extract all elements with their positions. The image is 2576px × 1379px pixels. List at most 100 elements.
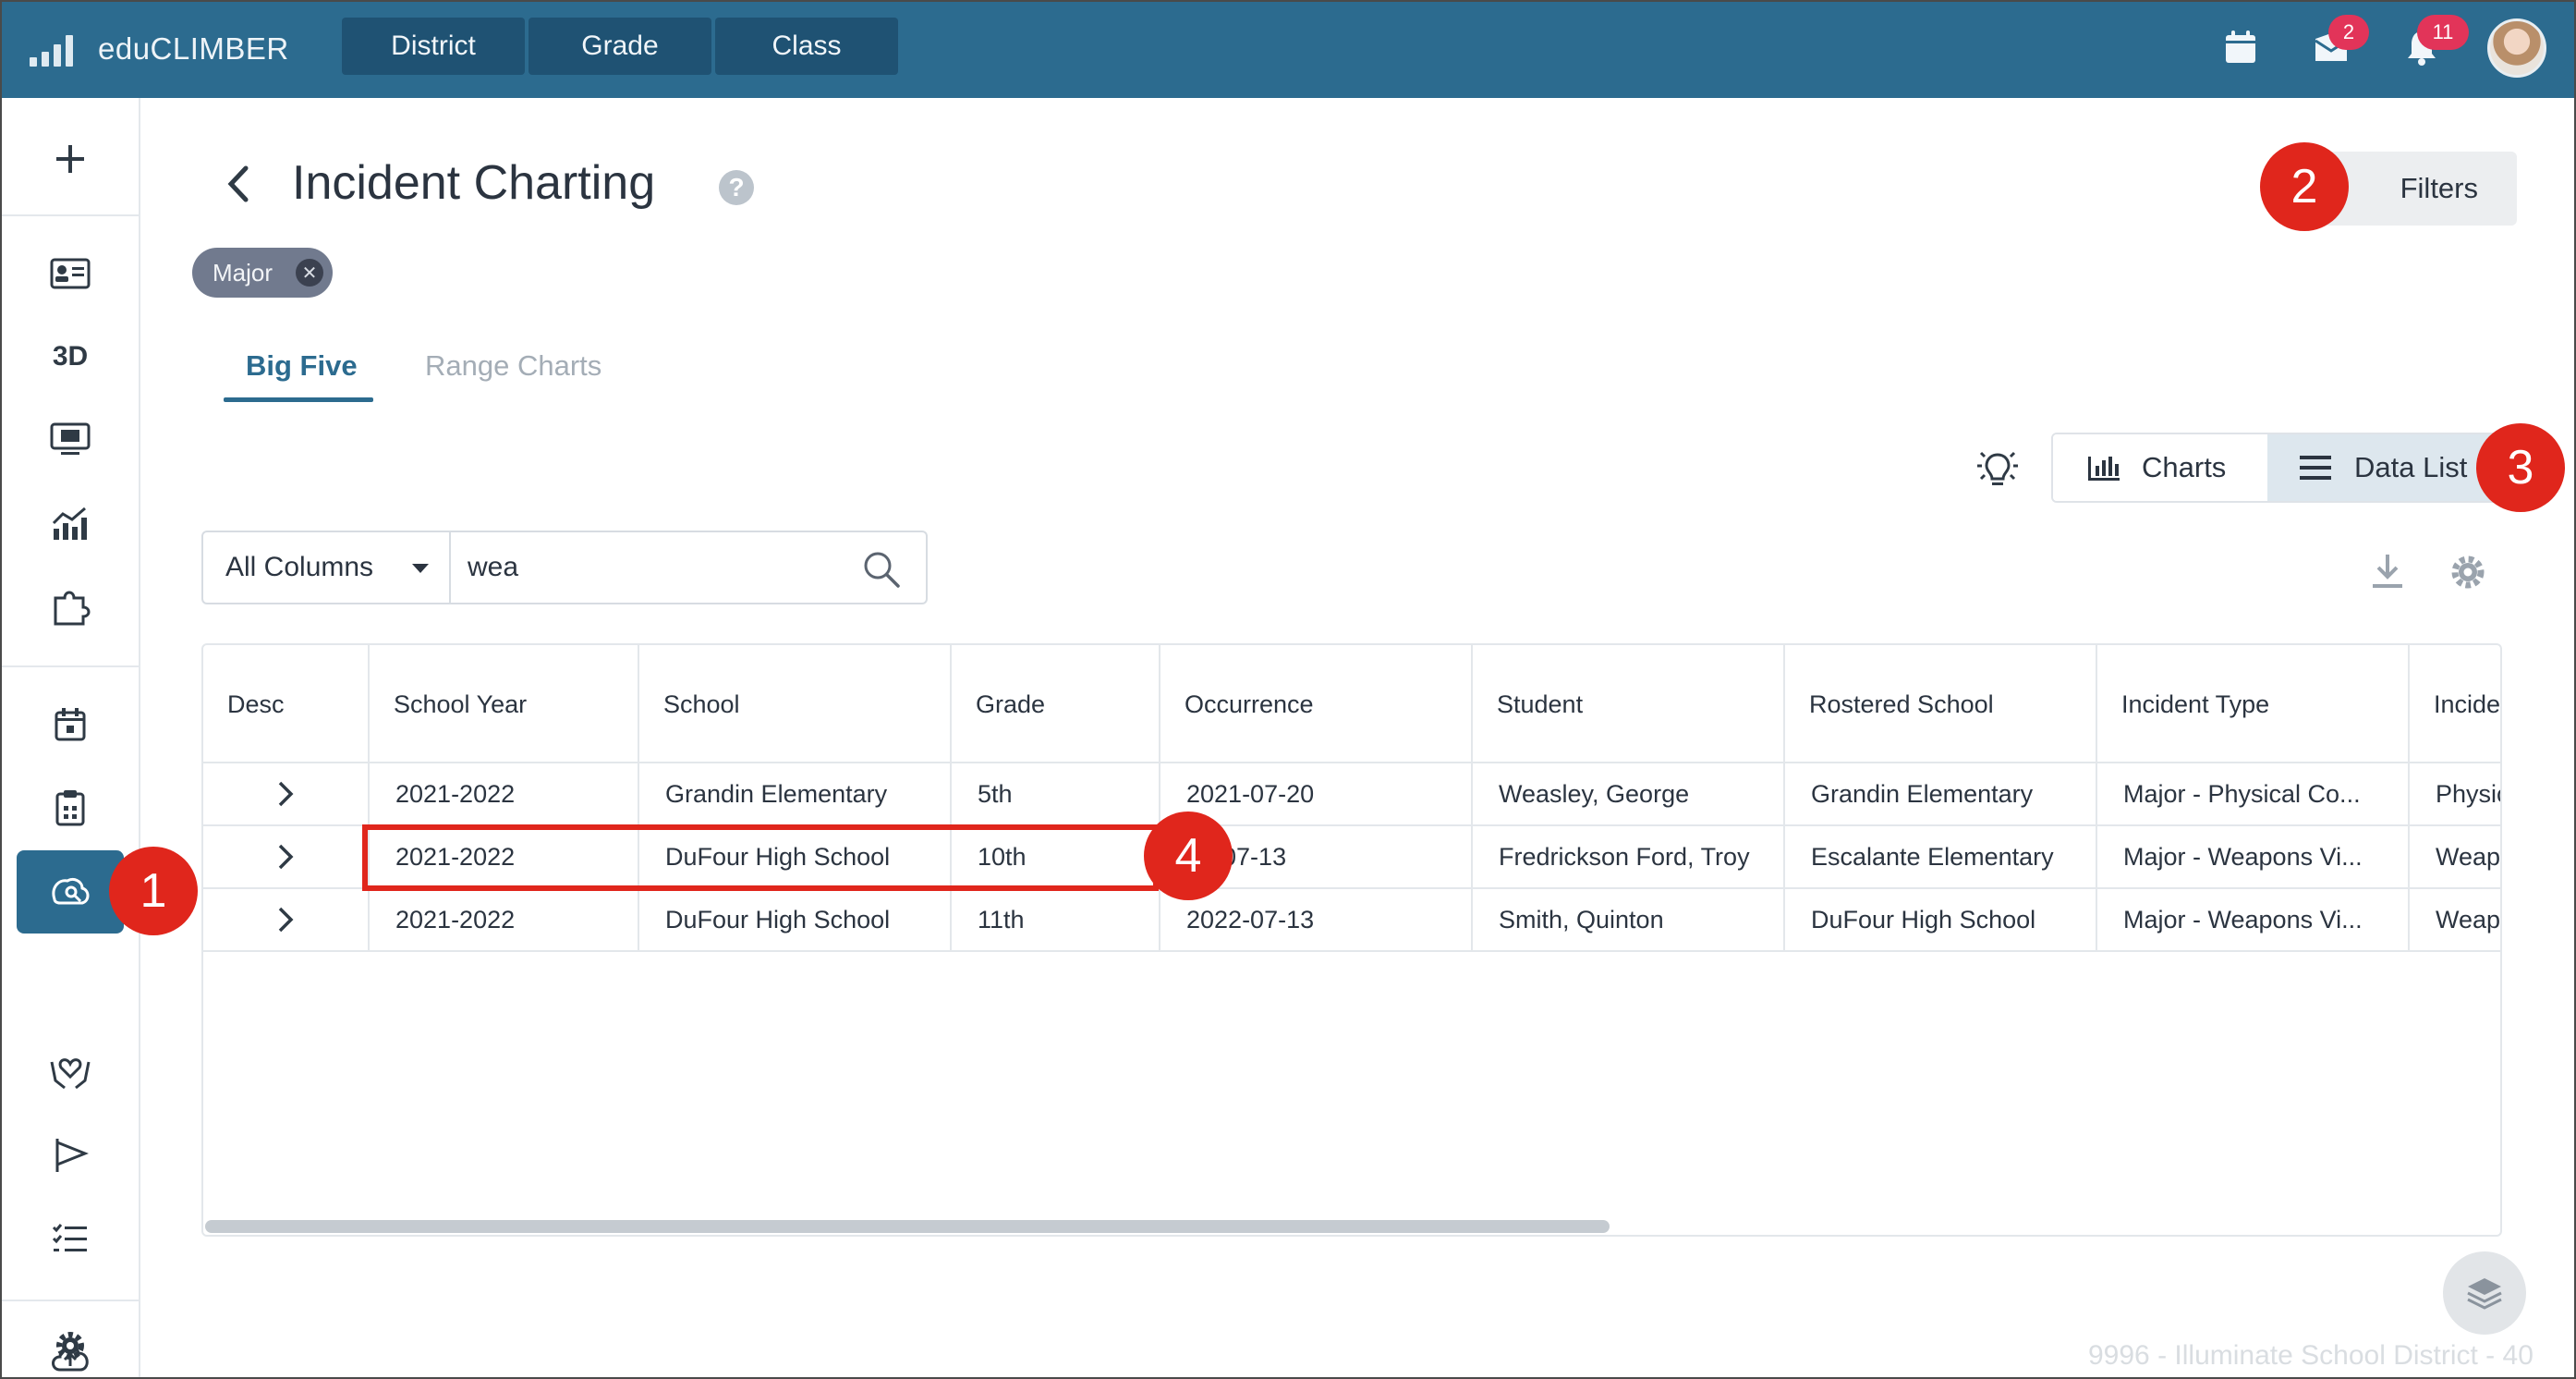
cell-student: Fredrickson Ford, Troy xyxy=(1473,826,1785,887)
expand-row-button[interactable] xyxy=(203,889,370,950)
level-tab-district[interactable]: District xyxy=(342,18,525,75)
help-icon[interactable]: ? xyxy=(719,170,754,205)
level-tab-class[interactable]: Class xyxy=(715,18,898,75)
table-header: Desc School Year School Grade Occurrence… xyxy=(203,645,2500,763)
annotation-marker-1: 1 xyxy=(109,847,198,935)
monitor-icon xyxy=(50,422,91,455)
list-icon xyxy=(2300,456,2331,480)
cell-rostered-school: Escalante Elementary xyxy=(1785,826,2097,887)
download-icon[interactable] xyxy=(2369,551,2406,592)
column-header-student[interactable]: Student xyxy=(1473,645,1785,763)
hands-heart-icon xyxy=(50,1058,91,1090)
incident-data-table: Desc School Year School Grade Occurrence… xyxy=(201,643,2502,1237)
annotation-highlight-box xyxy=(362,824,1159,891)
layers-icon xyxy=(2467,1278,2502,1310)
column-select-value: All Columns xyxy=(225,552,374,582)
cell-student: Weasley, George xyxy=(1473,763,1785,824)
charts-toggle-button[interactable]: Charts xyxy=(2053,434,2267,501)
filter-chip-label: Major xyxy=(213,258,273,287)
lightbulb-icon[interactable] xyxy=(1974,445,2022,492)
calendar-icon xyxy=(55,708,86,741)
id-card-icon xyxy=(50,258,91,289)
sidebar-item-goals[interactable] xyxy=(2,1118,139,1192)
cell-school: Grandin Elementary xyxy=(639,763,952,824)
sidebar-divider xyxy=(2,665,139,667)
column-header-incident-type[interactable]: Incident Type xyxy=(2097,645,2410,763)
search-input[interactable] xyxy=(468,547,837,588)
brand-name: eduCLIMBER xyxy=(98,31,289,66)
user-avatar[interactable] xyxy=(2487,18,2546,78)
flag-icon xyxy=(55,1139,89,1172)
chevron-right-icon xyxy=(278,781,294,807)
column-header-school[interactable]: School xyxy=(639,645,952,763)
sidebar-item-monitor[interactable] xyxy=(2,403,139,477)
annotation-marker-4: 4 xyxy=(1144,812,1233,900)
puzzle-icon xyxy=(54,591,91,626)
cell-rostered-school: Grandin Elementary xyxy=(1785,763,2097,824)
search-icon[interactable] xyxy=(861,549,902,590)
top-navigation-bar: eduCLIMBER District Grade Class 2 11 xyxy=(2,2,2574,98)
close-icon[interactable]: ✕ xyxy=(296,259,323,287)
back-button[interactable] xyxy=(220,161,257,207)
gear-icon[interactable] xyxy=(2448,553,2487,592)
incident-icon xyxy=(52,877,90,905)
sidebar-item-incidents[interactable] xyxy=(17,850,124,934)
column-header-rostered-school[interactable]: Rostered School xyxy=(1785,645,2097,763)
column-header-incident[interactable]: Incide xyxy=(2410,645,2500,763)
chart-icon xyxy=(52,506,87,540)
tab-range-charts[interactable]: Range Charts xyxy=(425,349,601,383)
sidebar-item-analytics[interactable] xyxy=(2,486,139,560)
active-tab-indicator xyxy=(224,397,373,402)
sidebar: 3D xyxy=(2,98,140,1377)
tab-big-five[interactable]: Big Five xyxy=(246,349,358,383)
calendar-icon[interactable] xyxy=(2221,28,2260,67)
sidebar-item-assessments[interactable] xyxy=(2,771,139,845)
cell-incident: Physic xyxy=(2436,779,2502,808)
cell-incident-type: Major - Physical Co... xyxy=(2097,763,2410,824)
plus-icon xyxy=(56,145,84,173)
expand-row-button[interactable] xyxy=(203,826,370,887)
cell-grade: 5th xyxy=(952,763,1160,824)
bar-chart-icon xyxy=(2088,457,2120,481)
table-row[interactable]: 2021-2022 Grandin Elementary 5th 2021-07… xyxy=(203,763,2502,826)
level-tab-grade[interactable]: Grade xyxy=(529,18,711,75)
view-toggle: Charts Data List xyxy=(2051,433,2532,503)
column-header-occurrence[interactable]: Occurrence xyxy=(1160,645,1473,763)
sidebar-item-calendar[interactable] xyxy=(2,688,139,762)
annotation-marker-2: 2 xyxy=(2260,142,2349,231)
clipboard-icon xyxy=(55,790,85,826)
educlimber-logo-icon xyxy=(30,31,74,67)
search-box xyxy=(449,531,928,604)
cell-student: Smith, Quinton xyxy=(1473,889,1785,950)
cell-school-year: 2021-2022 xyxy=(370,889,639,950)
sidebar-item-settings[interactable] xyxy=(2,1311,139,1377)
horizontal-scrollbar[interactable] xyxy=(205,1220,1610,1233)
sidebar-item-profile[interactable] xyxy=(2,237,139,311)
chevron-right-icon xyxy=(278,844,294,870)
caret-down-icon xyxy=(412,564,429,573)
cell-rostered-school: DuFour High School xyxy=(1785,889,2097,950)
sidebar-divider xyxy=(2,1300,139,1301)
cell-grade: 11th xyxy=(952,889,1160,950)
chevron-right-icon xyxy=(278,907,294,933)
app-window: eduCLIMBER District Grade Class 2 11 3D … xyxy=(0,0,2576,1379)
cell-school: DuFour High School xyxy=(639,889,952,950)
chevron-left-icon xyxy=(227,165,249,202)
charts-label: Charts xyxy=(2142,451,2227,483)
cell-incident-type: Major - Weapons Vi... xyxy=(2097,826,2410,887)
add-button[interactable] xyxy=(2,122,139,196)
column-header-desc[interactable]: Desc xyxy=(203,645,370,763)
sidebar-item-interventions[interactable] xyxy=(2,569,139,643)
footer-district-label: 9996 - Illuminate School District - 40 xyxy=(2088,1340,2533,1371)
expand-row-button[interactable] xyxy=(203,763,370,824)
column-select[interactable]: All Columns xyxy=(201,531,451,604)
column-header-grade[interactable]: Grade xyxy=(952,645,1160,763)
brand[interactable]: eduCLIMBER xyxy=(30,26,289,72)
table-row[interactable]: 2021-2022 DuFour High School 11th 2022-0… xyxy=(203,889,2500,952)
sidebar-item-3d[interactable]: 3D xyxy=(2,320,139,394)
column-header-school-year[interactable]: School Year xyxy=(370,645,639,763)
layers-button[interactable] xyxy=(2443,1251,2526,1335)
sidebar-item-tasks[interactable] xyxy=(2,1202,139,1275)
sidebar-item-wellness[interactable] xyxy=(2,1035,139,1109)
cell-incident: Weap xyxy=(2436,842,2501,871)
